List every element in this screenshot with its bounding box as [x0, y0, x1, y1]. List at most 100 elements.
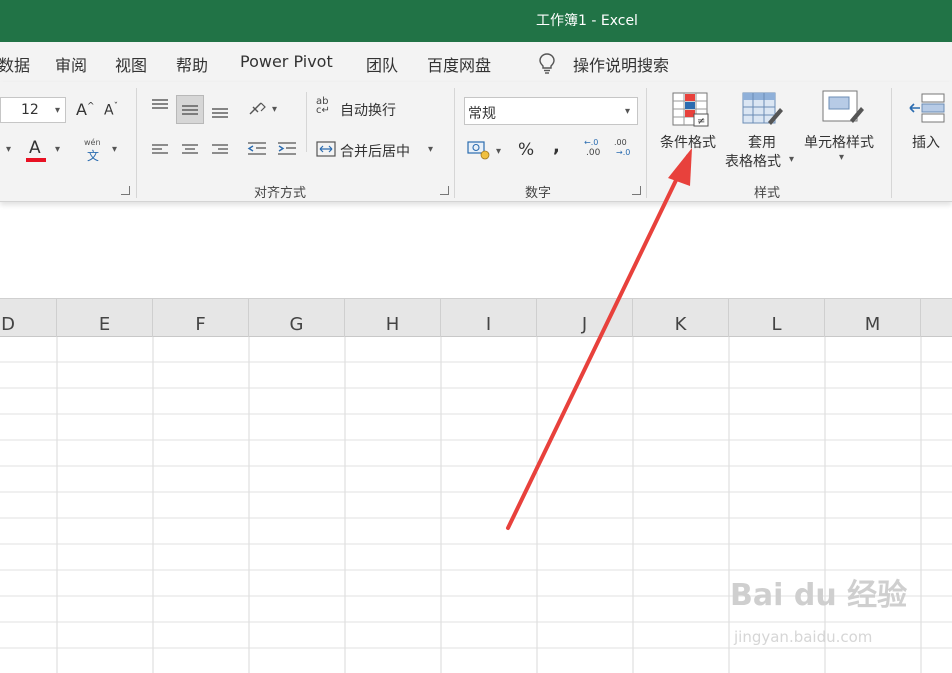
font-color-icon: A: [29, 138, 41, 158]
insert-label: 插入: [912, 135, 940, 151]
column-headers: D E F G H I J K L M: [0, 298, 952, 337]
group-separator: [136, 88, 137, 198]
tab-baidu-pan[interactable]: 百度网盘: [427, 52, 491, 76]
chevron-down-icon[interactable]: ▾: [6, 144, 11, 155]
arrow-left-icon: ←.0: [584, 138, 599, 147]
ribbon: 12 ▾ A^ Aˇ ▾ A ▾ wén 文 ▾ ▾ ab c↵ 自动换行 合并…: [0, 82, 952, 202]
column-header-e[interactable]: E: [57, 299, 153, 337]
chevron-down-icon: ▾: [428, 144, 434, 155]
column-header-h[interactable]: H: [345, 299, 441, 337]
ribbon-tabs: 数据 审阅 视图 帮助 Power Pivot 团队 百度网盘 操作说明搜索: [0, 42, 952, 82]
insert-cells-button[interactable]: 插入: [904, 90, 952, 160]
tell-me-search[interactable]: 操作说明搜索: [573, 52, 669, 76]
accounting-format-icon[interactable]: [467, 140, 491, 160]
merge-cells-icon: [316, 141, 336, 157]
percent-style-button[interactable]: %: [518, 140, 534, 160]
group-separator: [891, 88, 892, 198]
merge-center-button[interactable]: 合并后居中 ▾: [316, 138, 440, 164]
chevron-down-icon[interactable]: ▾: [496, 146, 501, 157]
increase-indent-icon[interactable]: [276, 140, 298, 158]
title-bar: 工作簿1 - Excel: [0, 0, 952, 42]
alignment-dialog-launcher[interactable]: [440, 186, 449, 195]
tab-view[interactable]: 视图: [115, 52, 147, 76]
increase-font-size-button[interactable]: A^: [76, 97, 95, 121]
group-separator: [646, 88, 647, 198]
align-top-icon[interactable]: [150, 98, 170, 114]
phonetic-char-icon: 文: [87, 149, 100, 163]
alignment-group-label: 对齐方式: [254, 186, 307, 201]
align-right-icon[interactable]: [210, 142, 230, 158]
align-middle-button[interactable]: [176, 95, 204, 124]
cell-grid[interactable]: [0, 337, 952, 673]
column-header-l[interactable]: L: [729, 299, 825, 337]
font-shrink-icon: Aˇ: [104, 102, 119, 119]
column-header-m[interactable]: M: [825, 299, 921, 337]
chevron-down-icon: ▾: [55, 105, 61, 116]
cell-styles-label: 单元格样式: [804, 135, 874, 151]
formula-bar-area[interactable]: [0, 216, 952, 298]
font-grow-icon: A^: [76, 100, 95, 119]
align-center-icon[interactable]: [180, 142, 200, 158]
insert-cells-icon: [909, 93, 945, 123]
lightbulb-icon: [539, 53, 555, 74]
merge-center-label: 合并后居中: [340, 144, 410, 160]
cell-styles-button[interactable]: 单元格样式 ▾: [802, 90, 884, 170]
format-as-table-label-1: 套用: [748, 135, 776, 151]
tab-review[interactable]: 审阅: [55, 52, 87, 76]
conditional-formatting-icon: ≠: [672, 92, 709, 127]
format-as-table-label-2: 表格格式: [725, 154, 781, 170]
chevron-down-icon[interactable]: ▾: [272, 104, 277, 115]
font-dialog-launcher[interactable]: [121, 186, 130, 195]
number-group-label: 数字: [525, 186, 552, 201]
phonetic-icon: wén: [84, 138, 101, 147]
comma-style-button[interactable]: ,: [553, 136, 560, 157]
wrap-text-button[interactable]: ab c↵ 自动换行: [316, 97, 406, 123]
column-header-g[interactable]: G: [249, 299, 345, 337]
decrease-font-size-button[interactable]: Aˇ: [104, 97, 122, 121]
tab-team[interactable]: 团队: [366, 52, 398, 76]
font-size-value: 12: [21, 102, 39, 118]
column-header-d[interactable]: D: [0, 299, 57, 337]
tab-data[interactable]: 数据: [0, 52, 30, 76]
column-header-i[interactable]: I: [441, 299, 537, 337]
decrease-indent-icon[interactable]: [246, 140, 268, 158]
chevron-down-icon: ▾: [789, 154, 795, 165]
styles-group-label: 样式: [754, 186, 781, 201]
baidu-watermark-url: jingyan.baidu.com: [734, 628, 873, 646]
baidu-watermark-logo: Bai du 经验: [730, 578, 908, 613]
number-format-select[interactable]: 常规 ▾: [464, 97, 638, 125]
chevron-down-icon: ▾: [839, 152, 845, 163]
chevron-down-icon[interactable]: ▾: [112, 144, 117, 155]
wrap-text-icon: ab c↵: [316, 96, 330, 116]
align-bottom-icon[interactable]: [210, 104, 230, 120]
align-middle-icon: [182, 105, 198, 115]
column-header-k[interactable]: K: [633, 299, 729, 337]
decrease-decimal-button[interactable]: .00 →.0: [614, 138, 638, 164]
group-separator: [454, 88, 455, 198]
chevron-down-icon: ▾: [686, 152, 692, 163]
format-as-table-icon: [742, 92, 783, 125]
column-header-f[interactable]: F: [153, 299, 249, 337]
align-left-icon[interactable]: [150, 142, 170, 158]
chevron-down-icon: ▾: [625, 106, 631, 117]
font-size-select[interactable]: 12 ▾: [0, 97, 66, 123]
column-header-j[interactable]: J: [537, 299, 633, 337]
sub-separator: [306, 92, 307, 152]
orientation-icon[interactable]: [247, 99, 269, 119]
number-format-value: 常规: [468, 106, 496, 122]
format-as-table-button[interactable]: 套用 表格格式 ▾: [724, 90, 800, 174]
chevron-down-icon[interactable]: ▾: [55, 144, 60, 155]
window-title: 工作簿1 - Excel: [536, 13, 638, 29]
number-dialog-launcher[interactable]: [632, 186, 641, 195]
phonetic-guide-button[interactable]: wén 文: [84, 138, 106, 163]
tab-power-pivot[interactable]: Power Pivot: [240, 52, 333, 71]
conditional-formatting-button[interactable]: ≠ 条件格式 ▾: [656, 90, 726, 170]
tab-help[interactable]: 帮助: [176, 52, 208, 76]
increase-decimal-button[interactable]: ←.0 .00: [584, 138, 608, 164]
cell-styles-icon: [822, 90, 864, 123]
arrow-right-icon: →.0: [616, 148, 631, 157]
font-color-button[interactable]: A: [26, 138, 48, 164]
increase-decimal-label: .00: [586, 148, 601, 158]
font-color-swatch: [26, 158, 46, 162]
decrease-decimal-label: .00: [614, 138, 627, 147]
